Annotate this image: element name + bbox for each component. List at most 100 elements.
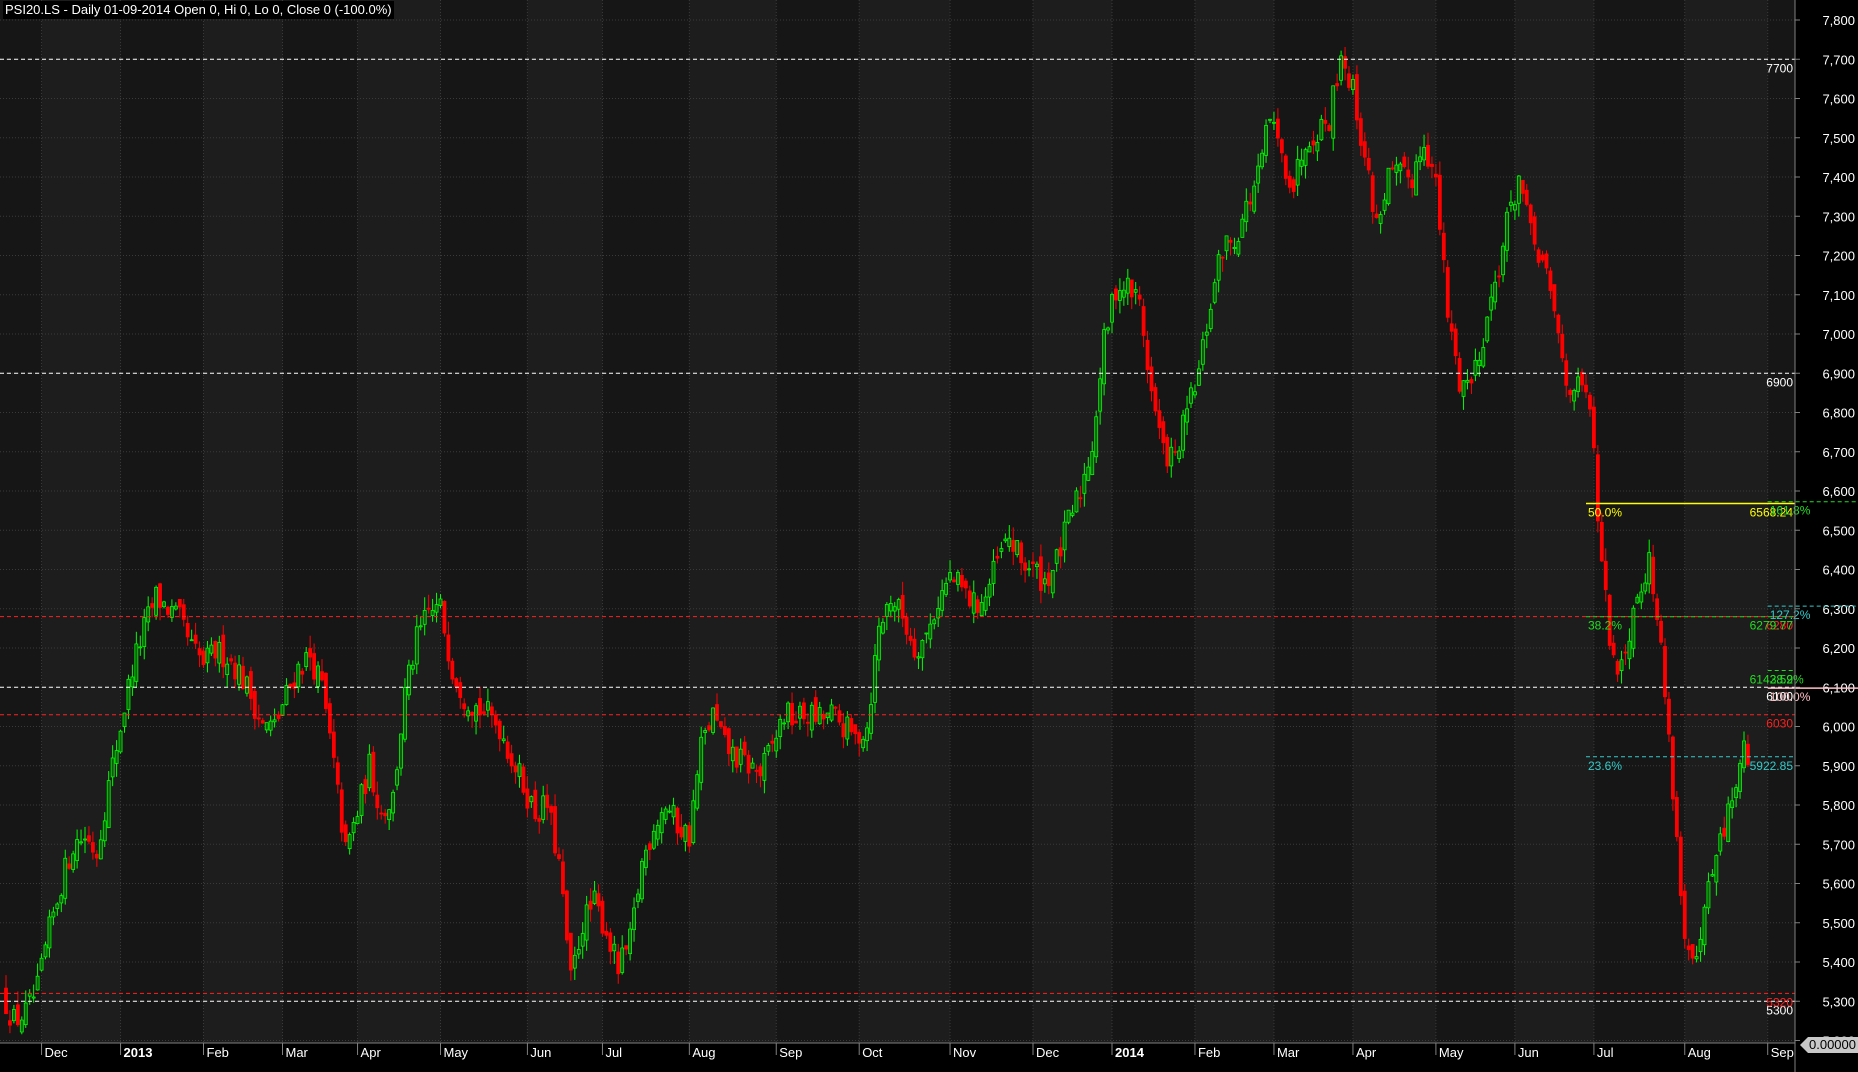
candle-down (1548, 270, 1553, 291)
x-tick-label: Jul (605, 1045, 622, 1060)
candle-down (383, 812, 388, 817)
candle-down (276, 714, 281, 719)
candle-down (1671, 736, 1675, 800)
candle-down (975, 599, 980, 613)
candle-down (813, 697, 818, 722)
candle-up (1734, 787, 1738, 799)
x-tick-label: May (1439, 1045, 1464, 1060)
candle-down (1039, 556, 1043, 591)
candle-up (410, 664, 415, 670)
candle-up (1003, 538, 1008, 542)
candle-up (1082, 473, 1087, 494)
candle-up (667, 810, 672, 813)
candle-up (1244, 200, 1249, 223)
candle-down (960, 575, 964, 588)
candle-up (699, 736, 704, 783)
candle-down (521, 766, 526, 793)
candle-up (501, 738, 506, 742)
candle-up (114, 750, 119, 764)
candle-up (644, 849, 648, 868)
candle-down (1153, 387, 1158, 412)
candle-down (545, 794, 550, 808)
candle-up (1240, 218, 1245, 238)
candle-up (1505, 211, 1509, 251)
candle-up (1394, 164, 1399, 173)
candle-up (122, 712, 127, 728)
candle-down (320, 671, 324, 681)
candle-down (343, 824, 348, 843)
candle-up (1307, 146, 1312, 153)
candle-up (1272, 121, 1276, 124)
candle-down (616, 951, 621, 975)
candle-down (446, 634, 451, 662)
candle-up (63, 857, 68, 899)
candle-up (865, 727, 869, 742)
candle-up (1718, 833, 1723, 852)
candle-up (711, 707, 715, 733)
y-tick-label: 5,700 (1822, 837, 1855, 852)
candle-down (533, 789, 538, 820)
candle-up (98, 839, 103, 860)
candle-up (1351, 79, 1355, 91)
candle-up (1509, 201, 1513, 206)
candlestick-chart[interactable]: 5,2005,3005,4005,5005,6005,7005,8005,900… (0, 0, 1858, 1072)
candle-down (497, 720, 502, 740)
candle-up (1698, 938, 1703, 953)
candle-up (418, 625, 423, 628)
candle-down (647, 843, 652, 850)
candle-down (707, 725, 711, 731)
x-tick-label: Apr (1356, 1045, 1377, 1060)
x-tick-label: Sep (779, 1045, 802, 1060)
candle-up (1619, 659, 1624, 671)
candle-down (1402, 156, 1407, 168)
candle-down (493, 714, 498, 726)
candle-down (1283, 155, 1288, 179)
candle-down (1457, 358, 1462, 392)
candle-down (1287, 175, 1292, 188)
candle-up (1386, 167, 1391, 204)
candle-down (1449, 323, 1454, 332)
candle-up (284, 685, 289, 705)
candle-down (912, 638, 917, 658)
candle-up (1702, 906, 1707, 946)
candle-up (873, 655, 877, 703)
candle-down (1678, 836, 1683, 897)
candle-up (1224, 235, 1229, 252)
candle-down (758, 766, 763, 777)
candle-up (1074, 490, 1079, 513)
candle-down (904, 616, 909, 635)
candle-up (11, 1009, 16, 1022)
candle-down (900, 594, 905, 619)
candle-up (1627, 640, 1632, 660)
candle-down (221, 634, 226, 668)
candle-down (1137, 294, 1142, 300)
candle-up (237, 664, 241, 685)
candle-up (1572, 389, 1577, 402)
candle-up (75, 839, 79, 861)
candle-up (130, 676, 135, 688)
candle-down (1046, 572, 1051, 586)
candle-down (525, 788, 530, 809)
candle-up (999, 548, 1004, 552)
price-tag: 0.00000 (1800, 1037, 1858, 1053)
candle-up (1493, 281, 1498, 303)
candle-down (1544, 253, 1549, 269)
candle-up (612, 943, 617, 952)
y-tick-label: 6,200 (1822, 641, 1855, 656)
candle-up (628, 928, 632, 955)
candle-up (1631, 607, 1636, 649)
candle-down (1011, 539, 1016, 552)
candle-up (395, 769, 399, 786)
candle-up (1216, 254, 1221, 281)
candle-down (1659, 620, 1663, 643)
candle-up (845, 716, 850, 740)
candle-down (1540, 254, 1545, 261)
candle-down (1560, 333, 1565, 359)
candle-up (1726, 803, 1731, 842)
candle-down (1453, 328, 1458, 357)
candle-down (1248, 201, 1253, 205)
candle-up (1189, 387, 1193, 404)
candle-up (347, 834, 352, 850)
candle-down (1157, 410, 1162, 428)
candle-up (979, 602, 984, 617)
